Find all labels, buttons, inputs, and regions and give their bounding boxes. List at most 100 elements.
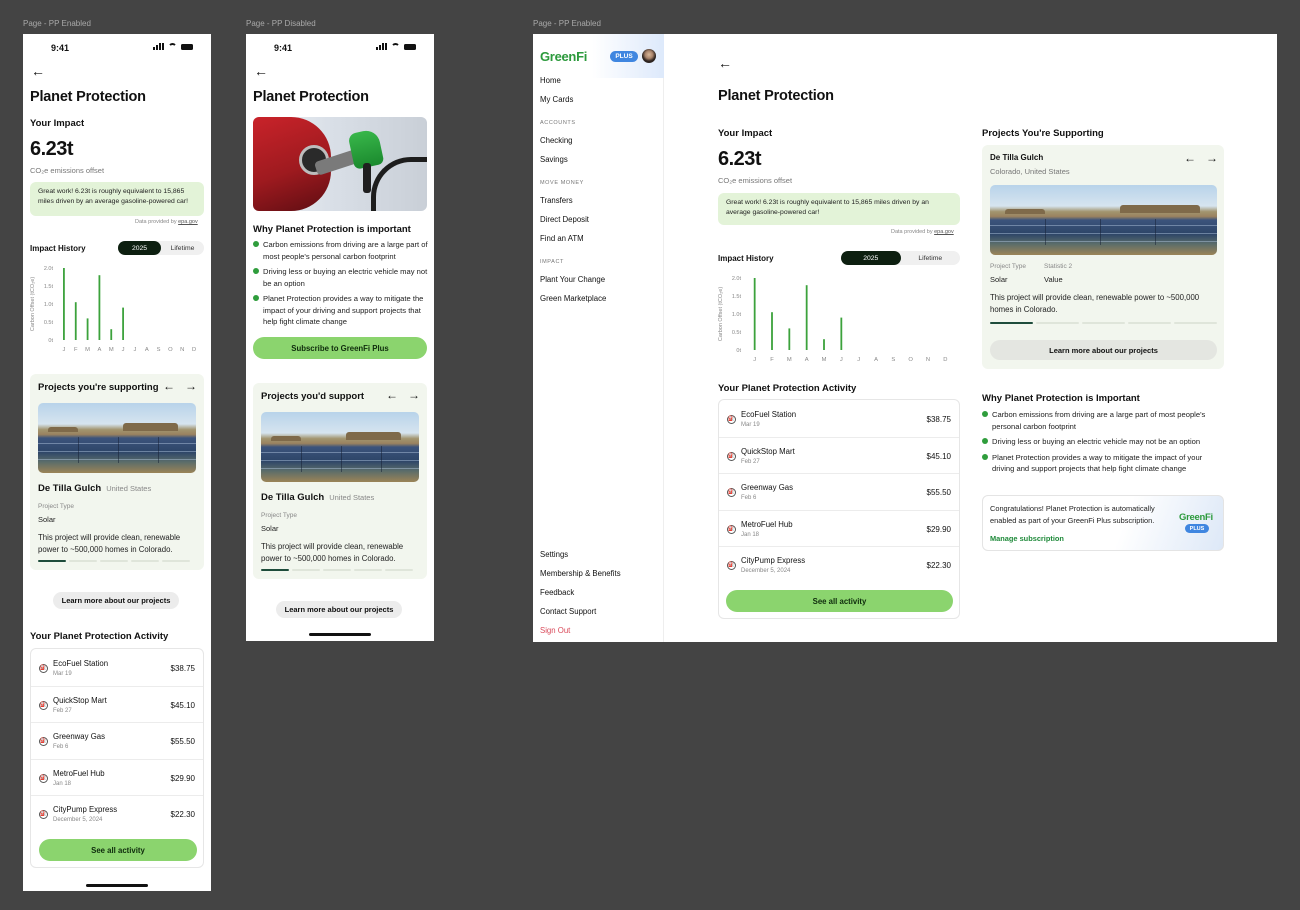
project-type-value: Solar: [261, 524, 279, 533]
nav-my-cards[interactable]: My Cards: [540, 95, 573, 104]
activity-row[interactable]: ⛽ CityPump Express December 5, 2024 $22.30: [719, 547, 959, 584]
projects-heading: Projects you're supporting: [38, 382, 159, 393]
activity-merchant: Greenway Gas: [741, 483, 794, 492]
nav-green-marketplace[interactable]: Green Marketplace: [540, 294, 606, 303]
back-arrow-icon[interactable]: ←: [718, 56, 732, 70]
why-point: Planet Protection provides a way to miti…: [253, 293, 429, 328]
activity-row[interactable]: ⛽ QuickStop Mart Feb 27 $45.10: [719, 438, 959, 474]
chart-bar: [840, 317, 843, 350]
check-icon: [253, 268, 259, 274]
toggle-lifetime[interactable]: Lifetime: [161, 241, 204, 255]
x-tick-label: D: [192, 347, 196, 353]
nav-sign-out[interactable]: Sign Out: [540, 626, 570, 635]
back-arrow-icon[interactable]: ←: [254, 64, 268, 78]
x-tick-label: M: [85, 347, 90, 353]
impact-history-heading: Impact History: [718, 254, 774, 263]
activity-amount: $29.90: [926, 524, 951, 534]
nav-direct-deposit[interactable]: Direct Deposit: [540, 215, 589, 224]
arrow-left-icon[interactable]: ←: [163, 379, 175, 393]
fuel-pump-icon: ⛽: [727, 451, 736, 461]
activity-row[interactable]: ⛽ Greenway Gas Feb 6 $55.50: [719, 474, 959, 511]
activity-list: ⛽ EcoFuel Station Mar 19 $38.75 ⛽ QuickStop M…: [30, 648, 204, 868]
nav-checking[interactable]: Checking: [540, 136, 573, 145]
x-tick-label: J: [857, 357, 860, 363]
nav-section-accounts: ACCOUNTS: [540, 120, 576, 126]
project-name: De Tilla Gulch: [990, 153, 1044, 162]
impact-value: 6.23t: [718, 148, 762, 170]
fuel-pump-icon: ⛽: [39, 737, 48, 746]
project-arrows: ← →: [386, 388, 420, 402]
nav-feedback[interactable]: Feedback: [540, 588, 574, 597]
nav-find-atm[interactable]: Find an ATM: [540, 234, 584, 243]
check-icon: [982, 453, 988, 460]
projects-card: Projects you'd support ← → De Tilla Gulch…: [253, 383, 427, 579]
fuel-pump-icon: ⛽: [39, 700, 48, 710]
activity-merchant: Greenway Gas: [53, 732, 106, 741]
project-type-value: Solar: [38, 515, 56, 524]
nav-contact-support[interactable]: Contact Support: [540, 607, 596, 616]
check-icon: [982, 438, 988, 444]
avatar[interactable]: [642, 49, 656, 63]
fuel-pump-icon: ⛽: [727, 415, 736, 424]
status-bar: 9:41: [246, 40, 434, 56]
history-toggle: 2025 Lifetime: [118, 241, 204, 255]
activity-row[interactable]: ⛽ Greenway Gas Feb 6 $55.50: [31, 723, 203, 760]
toggle-lifetime[interactable]: Lifetime: [901, 251, 961, 265]
nav-plant-your-change[interactable]: Plant Your Change: [540, 275, 605, 284]
project-type-label: Project Type: [990, 263, 1027, 270]
fuel-pump-icon: ⛽: [39, 810, 48, 819]
arrow-right-icon[interactable]: →: [185, 379, 197, 393]
why-bullets-desktop: Carbon emissions from driving are a larg…: [982, 409, 1226, 479]
activity-row[interactable]: ⛽ EcoFuel Station Mar 19 $38.75: [31, 650, 203, 687]
nav-home[interactable]: Home: [540, 76, 561, 85]
toggle-2025[interactable]: 2025: [118, 241, 161, 255]
arrow-left-icon[interactable]: ←: [1184, 151, 1196, 165]
arrow-right-icon[interactable]: →: [1206, 151, 1218, 165]
artboard-mobile-disabled: 9:41 ← Planet Protection Why Planet Prot…: [246, 34, 434, 641]
frame-label-enabled-desktop: Page - PP Enabled: [533, 19, 601, 28]
project-description: This project will provide clean, renewab…: [261, 542, 404, 563]
epa-link[interactable]: epa.gov: [934, 229, 954, 235]
project-arrows: ← →: [1184, 151, 1218, 165]
epa-link[interactable]: epa.gov: [178, 219, 198, 225]
y-tick-label: 1.5t: [44, 284, 54, 290]
activity-row[interactable]: ⛽ MetroFuel Hub Jan 18 $29.90: [719, 511, 959, 547]
frame-label-enabled-mobile: Page - PP Enabled: [23, 19, 91, 28]
chart-bar: [788, 328, 791, 350]
activity-row[interactable]: ⛽ EcoFuel Station Mar 19 $38.75: [719, 401, 959, 438]
activity-amount: $29.90: [170, 773, 195, 783]
y-tick-label: 1.5t: [732, 294, 742, 300]
congrats-text: Congratulations! Planet Protection is au…: [990, 504, 1155, 525]
nav-transfers[interactable]: Transfers: [540, 196, 573, 205]
y-tick-label: 2.0t: [732, 276, 742, 282]
activity-row[interactable]: ⛽ MetroFuel Hub Jan 18 $29.90: [31, 760, 203, 796]
nav-settings[interactable]: Settings: [540, 550, 568, 559]
project-pagination: [990, 322, 1217, 324]
greenfi-logo[interactable]: GreenFi: [540, 49, 587, 64]
nav-savings[interactable]: Savings: [540, 155, 568, 164]
chart-bar: [63, 268, 65, 340]
subscribe-button[interactable]: Subscribe to GreenFi Plus: [253, 337, 427, 359]
learn-more-button[interactable]: Learn more about our projects: [53, 592, 179, 609]
activity-date: Feb 6: [53, 744, 69, 750]
x-tick-label: D: [943, 357, 947, 363]
toggle-2025[interactable]: 2025: [841, 251, 901, 265]
solar-project-image: [990, 185, 1217, 255]
see-all-activity-button[interactable]: See all activity: [39, 839, 197, 861]
learn-more-button[interactable]: Learn more about our projects: [990, 340, 1217, 360]
manage-subscription-link[interactable]: Manage subscription: [990, 534, 1064, 543]
back-arrow-icon[interactable]: ←: [31, 64, 45, 78]
arrow-left-icon[interactable]: ←: [386, 388, 398, 402]
nav-membership[interactable]: Membership & Benefits: [540, 569, 621, 578]
activity-date: Jan 18: [741, 531, 760, 538]
why-point: Carbon emissions from driving are a larg…: [253, 239, 429, 262]
activity-merchant: QuickStop Mart: [53, 695, 107, 705]
x-tick-label: A: [805, 357, 809, 363]
arrow-right-icon[interactable]: →: [408, 388, 420, 402]
plus-badge: PLUS: [610, 51, 638, 62]
why-point: Driving less or buying an electric vehic…: [982, 436, 1226, 448]
activity-row[interactable]: ⛽ QuickStop Mart Feb 27 $45.10: [31, 687, 203, 723]
see-all-activity-button[interactable]: See all activity: [726, 590, 953, 612]
activity-row[interactable]: ⛽ CityPump Express December 5, 2024 $22.30: [31, 796, 203, 833]
learn-more-button[interactable]: Learn more about our projects: [276, 601, 402, 618]
